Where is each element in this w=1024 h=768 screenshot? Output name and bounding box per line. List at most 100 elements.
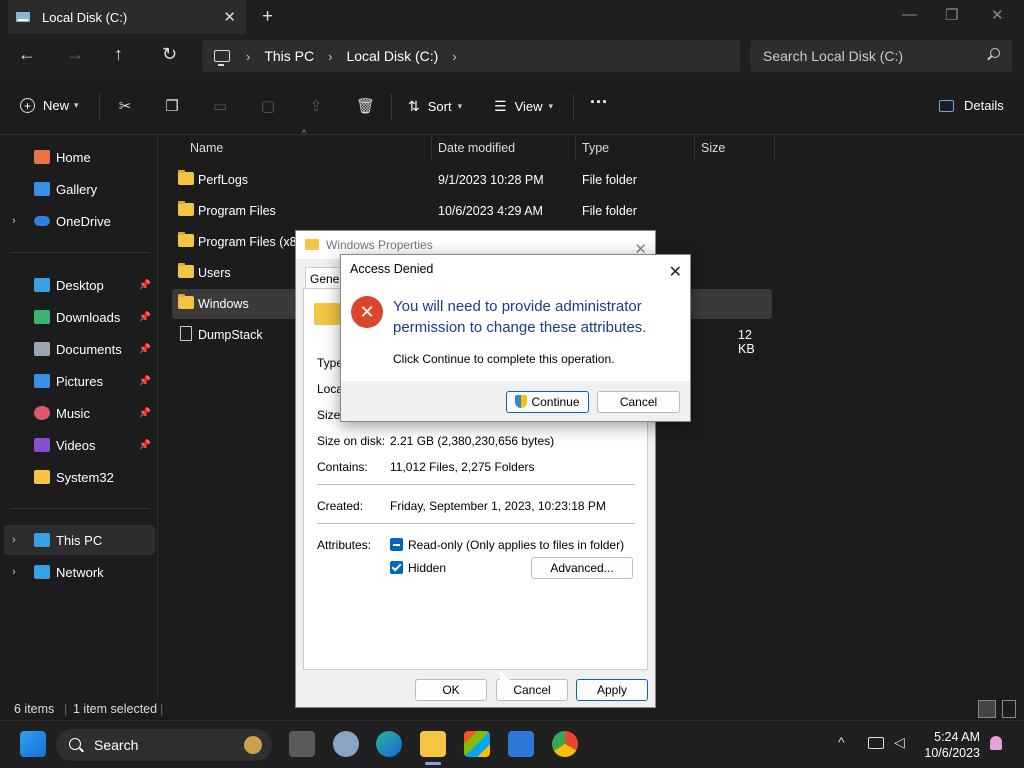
back-arrow-icon[interactable]: ← bbox=[18, 44, 36, 65]
details-view-icon[interactable] bbox=[978, 700, 996, 718]
access-denied-title-bar: Access Denied ✕ bbox=[341, 255, 690, 285]
widgets-icon[interactable] bbox=[333, 731, 359, 757]
volume-muted-icon[interactable]: ◁ bbox=[894, 734, 905, 751]
search-input[interactable]: Search Local Disk (C:) bbox=[750, 40, 1012, 72]
column-header-size[interactable]: Size bbox=[695, 136, 775, 160]
file-explorer-icon[interactable] bbox=[420, 731, 446, 757]
delete-icon[interactable]: 🗑 bbox=[356, 97, 375, 115]
tab-close-icon[interactable]: ✕ bbox=[223, 8, 236, 26]
new-tab-button[interactable]: + bbox=[262, 6, 273, 28]
pin-icon[interactable]: 📌 bbox=[139, 440, 151, 451]
minimize-button[interactable]: — bbox=[902, 6, 917, 23]
toolbar-divider bbox=[573, 94, 574, 120]
share-icon[interactable]: ⇪ bbox=[307, 97, 325, 115]
sidebar-label: Documents bbox=[56, 341, 122, 357]
divider bbox=[317, 523, 635, 524]
column-header-type[interactable]: Type bbox=[576, 136, 695, 160]
divider bbox=[317, 484, 635, 485]
chevron-right-icon[interactable]: › bbox=[246, 49, 250, 64]
table-row[interactable]: Program Files 10/6/2023 4:29 AM File fol… bbox=[172, 196, 772, 226]
sidebar-item-system32[interactable]: System32 bbox=[4, 462, 155, 492]
sidebar-item-music[interactable]: Music 📌 bbox=[4, 398, 155, 428]
continue-label: Continue bbox=[531, 395, 580, 409]
file-type: File folder bbox=[582, 204, 637, 218]
continue-button[interactable]: Continue bbox=[506, 391, 589, 413]
chevron-down-icon: ▾ bbox=[74, 100, 79, 110]
details-button[interactable]: Details bbox=[939, 98, 1004, 113]
view-button[interactable]: ☰ View ▾ bbox=[494, 98, 553, 115]
more-options-button[interactable]: ··· bbox=[590, 92, 608, 113]
rename-icon[interactable]: ▢ bbox=[259, 97, 277, 115]
pin-icon[interactable]: 📌 bbox=[139, 280, 151, 291]
title-bar: Local Disk (C:) ✕ + — ❐ ✕ bbox=[0, 0, 1024, 34]
sidebar-item-network[interactable]: › Network bbox=[4, 557, 155, 587]
apply-button[interactable]: Apply bbox=[576, 679, 648, 701]
this-pc-icon bbox=[34, 533, 50, 547]
cancel-button[interactable]: Cancel bbox=[597, 391, 680, 413]
readonly-checkbox[interactable] bbox=[390, 538, 403, 551]
refresh-icon[interactable]: ↻ bbox=[162, 44, 177, 65]
size-on-disk-label: Size on disk: bbox=[317, 434, 386, 448]
view-label: View bbox=[514, 99, 543, 114]
chevron-right-icon[interactable]: › bbox=[452, 49, 456, 64]
chrome-icon[interactable] bbox=[552, 731, 578, 757]
onedrive-icon bbox=[34, 216, 50, 226]
sidebar-item-onedrive[interactable]: › OneDrive bbox=[4, 206, 155, 236]
breadcrumb-local-disk[interactable]: Local Disk (C:) bbox=[346, 48, 438, 64]
pin-icon[interactable]: 📌 bbox=[139, 344, 151, 355]
sidebar-item-downloads[interactable]: Downloads 📌 bbox=[4, 302, 155, 332]
sidebar-item-pictures[interactable]: Pictures 📌 bbox=[4, 366, 155, 396]
active-app-indicator bbox=[425, 762, 441, 765]
start-icon[interactable] bbox=[20, 731, 46, 757]
folder-icon bbox=[178, 170, 194, 185]
chevron-right-icon[interactable]: › bbox=[12, 534, 16, 546]
breadcrumb-this-pc[interactable]: This PC bbox=[264, 48, 314, 64]
network-tray-icon[interactable] bbox=[868, 737, 884, 749]
tab-local-disk[interactable]: Local Disk (C:) ✕ bbox=[8, 0, 246, 34]
new-button[interactable]: + New ▾ bbox=[20, 98, 79, 113]
chevron-right-icon[interactable]: › bbox=[12, 566, 16, 578]
taskbar-search[interactable]: Search bbox=[56, 729, 272, 761]
ok-button[interactable]: OK bbox=[415, 679, 487, 701]
view-icon: ☰ bbox=[494, 98, 507, 114]
file-date: 9/1/2023 10:28 PM bbox=[438, 173, 544, 187]
pin-icon[interactable]: 📌 bbox=[139, 312, 151, 323]
sidebar-item-gallery[interactable]: Gallery bbox=[4, 174, 155, 204]
maximize-button[interactable]: ❐ bbox=[945, 6, 958, 24]
tray-chevron-up-icon[interactable]: ^ bbox=[838, 734, 845, 750]
paste-icon[interactable]: ▭ bbox=[211, 97, 229, 115]
close-window-button[interactable]: ✕ bbox=[991, 6, 1004, 24]
sidebar-item-home[interactable]: Home bbox=[4, 142, 155, 172]
sidebar-item-documents[interactable]: Documents 📌 bbox=[4, 334, 155, 364]
close-icon[interactable]: ✕ bbox=[669, 259, 682, 287]
store-icon[interactable] bbox=[464, 731, 490, 757]
hidden-checkbox[interactable] bbox=[390, 561, 403, 574]
search-icon bbox=[69, 738, 81, 750]
sort-ascending-icon: ^ bbox=[302, 128, 307, 138]
sidebar-item-videos[interactable]: Videos 📌 bbox=[4, 430, 155, 460]
edge-icon[interactable] bbox=[376, 731, 402, 757]
chevron-right-icon[interactable]: › bbox=[12, 215, 16, 227]
table-row[interactable]: PerfLogs 9/1/2023 10:28 PM File folder bbox=[172, 165, 772, 195]
toolbar-divider bbox=[99, 94, 100, 120]
mail-icon[interactable] bbox=[508, 731, 534, 757]
forward-arrow-icon[interactable]: → bbox=[66, 44, 84, 65]
sidebar-item-this-pc[interactable]: › This PC bbox=[4, 525, 155, 555]
up-arrow-icon[interactable]: ↑ bbox=[114, 44, 123, 65]
sidebar-item-desktop[interactable]: Desktop 📌 bbox=[4, 270, 155, 300]
column-header-date[interactable]: Date modified bbox=[432, 136, 576, 160]
notification-bell-icon[interactable] bbox=[990, 736, 1002, 750]
sort-button[interactable]: ⇅ Sort ▾ bbox=[408, 98, 462, 115]
address-bar[interactable]: › This PC › Local Disk (C:) › bbox=[202, 40, 740, 72]
task-view-icon[interactable] bbox=[289, 731, 315, 757]
advanced-button[interactable]: Advanced... bbox=[531, 557, 633, 579]
column-header-name[interactable]: Name bbox=[184, 136, 432, 160]
copy-icon[interactable]: ❐ bbox=[163, 97, 181, 115]
cut-icon[interactable]: ✂ bbox=[116, 97, 134, 115]
pin-icon[interactable]: 📌 bbox=[139, 376, 151, 387]
pin-icon[interactable]: 📌 bbox=[139, 408, 151, 419]
tiles-view-icon[interactable] bbox=[1002, 700, 1016, 718]
folder-icon bbox=[178, 201, 194, 216]
chevron-right-icon[interactable]: › bbox=[328, 49, 332, 64]
system-clock[interactable]: 5:24 AM 10/6/2023 bbox=[924, 729, 980, 761]
